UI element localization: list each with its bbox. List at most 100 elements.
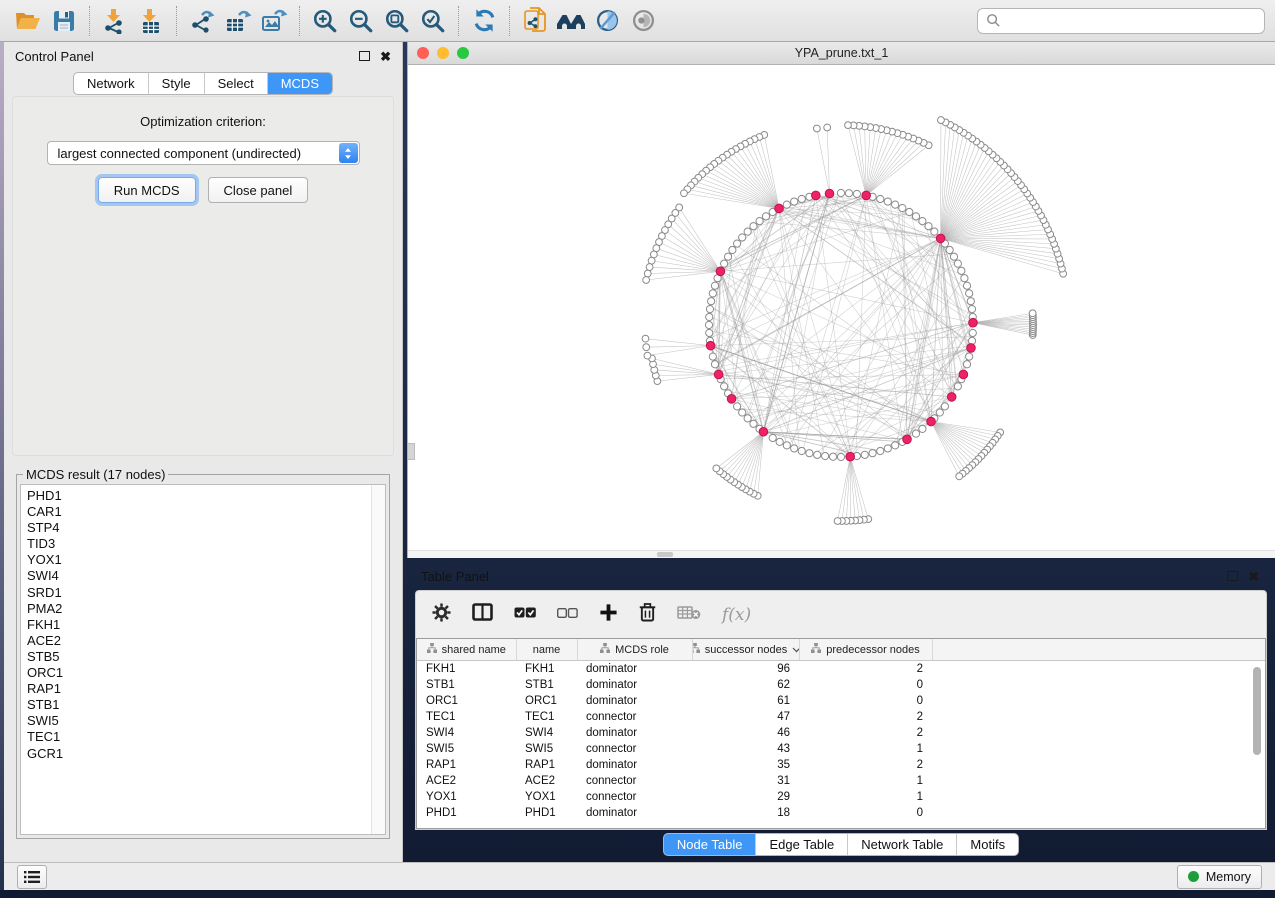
table-row[interactable]: STB1STB1dominator620 — [417, 677, 1265, 693]
table-row[interactable]: RAP1RAP1dominator352 — [417, 757, 1265, 773]
table-row[interactable]: SWI4SWI4dominator462 — [417, 725, 1265, 741]
column-header-successor-nodes[interactable]: successor nodes — [692, 639, 799, 661]
table-settings-button[interactable] — [432, 603, 451, 627]
add-row-button[interactable] — [599, 603, 618, 627]
import-table-button[interactable] — [133, 4, 169, 38]
mcds-result-item[interactable]: PMA2 — [27, 601, 371, 617]
eye-icon — [631, 8, 656, 33]
tab-style[interactable]: Style — [148, 73, 204, 94]
delete-table-button[interactable] — [677, 605, 701, 625]
show-graphics-details-button[interactable] — [625, 4, 661, 38]
export-image-button[interactable] — [256, 4, 292, 38]
export-table-button[interactable] — [220, 4, 256, 38]
criterion-dropdown[interactable]: largest connected component (undirected) — [47, 141, 360, 165]
window-minimize-button[interactable] — [437, 47, 449, 59]
column-header-MCDS-role[interactable]: MCDS role — [577, 639, 692, 661]
mcds-result-item[interactable]: ORC1 — [27, 665, 371, 681]
mcds-result-item[interactable]: FKH1 — [27, 617, 371, 633]
zoom-fit-button[interactable] — [379, 4, 415, 38]
table-tab-motifs[interactable]: Motifs — [956, 834, 1018, 855]
mcds-result-item[interactable]: RAP1 — [27, 681, 371, 697]
column-header-predecessor-nodes[interactable]: predecessor nodes — [799, 639, 932, 661]
function-builder-button[interactable]: f(x) — [722, 605, 751, 625]
hide-graphics-details-button[interactable] — [589, 4, 625, 38]
window-maximize-button[interactable] — [457, 47, 469, 59]
zoom-out-button[interactable] — [343, 4, 379, 38]
table-row[interactable]: FKH1FKH1dominator962 — [417, 661, 1265, 678]
table-row[interactable]: ACE2ACE2connector311 — [417, 773, 1265, 789]
run-mcds-button[interactable]: Run MCDS — [98, 177, 196, 203]
mcds-result-item[interactable]: STB5 — [27, 649, 371, 665]
table-row[interactable]: SWI5SWI5connector431 — [417, 741, 1265, 757]
network-canvas[interactable] — [408, 65, 1275, 558]
table-row[interactable]: PHD1PHD1dominator180 — [417, 805, 1265, 821]
table-panel: Table Panel ✖ f(x) shared namenameMCD — [407, 564, 1275, 858]
memory-button[interactable]: Memory — [1177, 865, 1262, 889]
table-header-row[interactable]: shared namenameMCDS rolesuccessor nodesp… — [417, 639, 1265, 661]
tab-network[interactable]: Network — [74, 73, 148, 94]
table-toolbar: f(x) — [416, 591, 1266, 638]
table-scrollbar[interactable] — [1252, 663, 1262, 824]
delete-row-button[interactable] — [639, 602, 656, 627]
table-scroll-thumb[interactable] — [1253, 667, 1261, 755]
close-table-panel-icon[interactable]: ✖ — [1248, 570, 1259, 583]
zoom-selected-button[interactable] — [415, 4, 451, 38]
close-panel-icon[interactable]: ✖ — [380, 50, 391, 63]
table-row[interactable]: TEC1TEC1connector472 — [417, 709, 1265, 725]
float-table-panel-icon[interactable] — [1227, 571, 1238, 581]
search-box[interactable] — [977, 8, 1265, 34]
mcds-result-item[interactable]: SRD1 — [27, 585, 371, 601]
import-network-button[interactable] — [97, 4, 133, 38]
task-history-button[interactable] — [17, 865, 47, 889]
mcds-result-item[interactable]: ACE2 — [27, 633, 371, 649]
dropdown-stepper-icon — [339, 143, 358, 163]
mcds-result-item[interactable]: SWI5 — [27, 713, 371, 729]
memory-status-icon — [1188, 871, 1199, 882]
mcds-result-item[interactable]: STB1 — [27, 697, 371, 713]
mcds-result-item[interactable]: YOX1 — [27, 552, 371, 568]
mcds-result-item[interactable]: TEC1 — [27, 729, 371, 745]
trash-icon — [639, 602, 656, 622]
table-tab-edge-table[interactable]: Edge Table — [755, 834, 847, 855]
mcds-list-scrollbar[interactable] — [371, 485, 385, 834]
refresh-view-button[interactable] — [466, 4, 502, 38]
deselect-all-button[interactable] — [557, 606, 578, 624]
save-session-button[interactable] — [46, 4, 82, 38]
table-row[interactable]: YOX1YOX1connector291 — [417, 789, 1265, 805]
gear-icon — [432, 603, 451, 622]
network-horizontal-scrollbar[interactable] — [408, 550, 1275, 558]
search-network-button[interactable] — [553, 4, 589, 38]
select-all-button[interactable] — [514, 606, 536, 624]
mcds-result-item[interactable]: GCR1 — [27, 746, 371, 762]
network-horizontal-scroll-thumb[interactable] — [657, 552, 673, 557]
table-row[interactable]: ORC1ORC1dominator610 — [417, 693, 1265, 709]
close-panel-button[interactable]: Close panel — [208, 177, 309, 203]
window-close-button[interactable] — [417, 47, 429, 59]
network-titlebar[interactable]: YPA_prune.txt_1 — [408, 42, 1275, 65]
mcds-result-item[interactable]: TID3 — [27, 536, 371, 552]
node-table: shared namenameMCDS rolesuccessor nodesp… — [417, 639, 1265, 821]
search-input[interactable] — [1007, 13, 1256, 29]
network-window: YPA_prune.txt_1 — [407, 42, 1275, 558]
network-vertical-scroll-thumb[interactable] — [408, 443, 415, 460]
import-table-icon — [138, 8, 164, 34]
tab-mcds[interactable]: MCDS — [267, 73, 332, 94]
mcds-result-item[interactable]: PHD1 — [27, 488, 371, 504]
share-document-button[interactable] — [517, 4, 553, 38]
table-tab-node-table[interactable]: Node Table — [664, 834, 756, 855]
save-floppy-icon — [52, 9, 76, 33]
mcds-result-item[interactable]: SWI4 — [27, 568, 371, 584]
mcds-result-item[interactable]: STP4 — [27, 520, 371, 536]
show-columns-button[interactable] — [472, 603, 493, 626]
zoom-in-button[interactable] — [307, 4, 343, 38]
mcds-result-item[interactable]: CAR1 — [27, 504, 371, 520]
table-tab-network-table[interactable]: Network Table — [847, 834, 956, 855]
export-network-button[interactable] — [184, 4, 220, 38]
column-header-shared-name[interactable]: shared name — [417, 639, 516, 661]
network-graph[interactable] — [408, 65, 1274, 558]
column-header-name[interactable]: name — [516, 639, 577, 661]
open-file-button[interactable] — [10, 4, 46, 38]
plus-icon — [599, 603, 618, 622]
float-panel-icon[interactable] — [359, 51, 370, 61]
tab-select[interactable]: Select — [204, 73, 267, 94]
